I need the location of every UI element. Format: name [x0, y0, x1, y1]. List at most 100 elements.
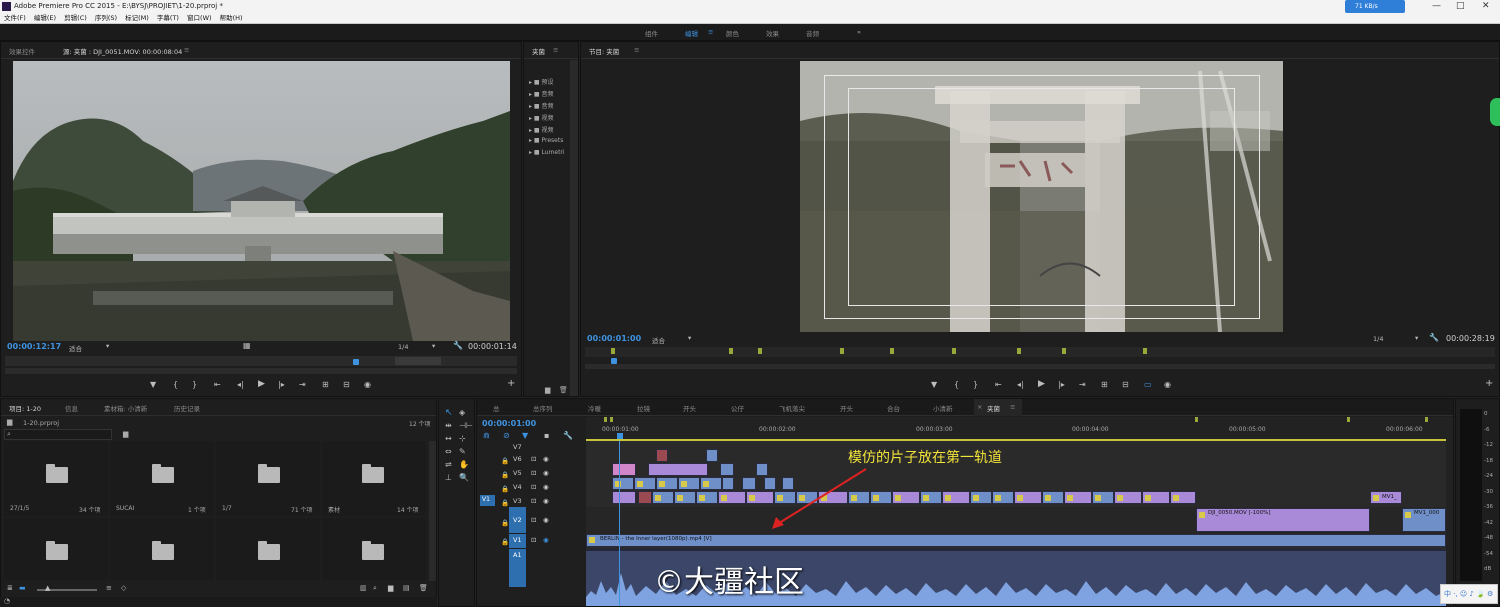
bin-tile[interactable]	[322, 518, 426, 580]
export-frame-icon[interactable]: ◉	[1164, 380, 1171, 389]
sync-lock-icon[interactable]: ⊡	[531, 516, 536, 524]
menu-help[interactable]: 帮助(H)	[220, 14, 243, 22]
settings-wrench-icon[interactable]: 🔧	[563, 431, 573, 440]
clip[interactable]	[612, 477, 634, 490]
tab-bin-small-fresh[interactable]: 素材箱: 小清新	[104, 403, 147, 413]
clip[interactable]	[920, 491, 942, 504]
wrench-icon[interactable]: 🔧	[1429, 333, 1439, 342]
workspace-effects[interactable]: 效果	[766, 28, 779, 38]
clip[interactable]	[612, 491, 636, 504]
pen-tool-icon[interactable]: ✎	[459, 447, 466, 456]
tab-sequence-opening[interactable]: 开头	[683, 403, 696, 413]
timeline-timecode[interactable]: 00:00:01:00	[482, 419, 536, 428]
play-icon[interactable]: ▶	[258, 379, 265, 389]
clip[interactable]: MV1_000	[1402, 508, 1446, 532]
timeline-scrollbar[interactable]	[1446, 441, 1453, 606]
clip[interactable]	[720, 463, 734, 476]
marker-menu-icon[interactable]: ▪	[544, 431, 549, 440]
program-playhead-timecode[interactable]: 00:00:01:00	[587, 334, 641, 343]
lock-icon[interactable]: 🔒	[501, 457, 509, 465]
close-button[interactable]: ✕	[1482, 0, 1490, 12]
source-video-frame[interactable]	[13, 61, 510, 341]
go-to-in-icon[interactable]: ⇤	[995, 380, 1002, 389]
timeline-playhead-line[interactable]	[619, 441, 620, 606]
marker[interactable]	[729, 348, 733, 354]
bin-scrollbar[interactable]	[570, 60, 578, 396]
program-fit-dropdown[interactable]: 适合	[652, 335, 665, 345]
clip[interactable]	[892, 491, 920, 504]
tab-sequence-doll[interactable]: 公仔	[731, 403, 744, 413]
step-back-icon[interactable]: ◂|	[1017, 380, 1024, 389]
clip[interactable]	[970, 491, 992, 504]
tab-sequence-warm[interactable]: 冷暖	[588, 403, 601, 413]
mark-out-icon[interactable]: }	[973, 380, 978, 389]
clip[interactable]	[648, 463, 708, 476]
tab-history[interactable]: 历史记录	[174, 403, 200, 413]
slide-tool-icon[interactable]: ⇌	[445, 460, 452, 469]
razor-tool-icon[interactable]: ⊹	[459, 434, 466, 443]
sort-chevron-icon[interactable]: ◇	[121, 584, 126, 592]
wrench-icon[interactable]: 🔧	[453, 341, 463, 350]
source-zoom-bar[interactable]	[5, 368, 517, 374]
search-input[interactable]: ⌕	[4, 429, 112, 440]
list-item[interactable]: ▸ ■ Presets	[529, 137, 569, 144]
list-item[interactable]: ▸ ■ 视频	[529, 125, 554, 134]
project-scrollbar[interactable]	[429, 441, 436, 581]
list-item[interactable]: ▸ ■ Lumetri	[529, 149, 569, 156]
side-widget-icon[interactable]	[1490, 98, 1500, 126]
clip[interactable]	[1170, 491, 1196, 504]
tab-source[interactable]: 源: 夹菌 : DJI_0051.MOV: 00:00:08:04	[63, 46, 182, 56]
marker[interactable]	[610, 417, 613, 422]
eye-icon[interactable]: ◉	[543, 483, 549, 491]
source-fit-dropdown[interactable]: 适合	[69, 343, 82, 353]
slider-handle-icon[interactable]: ▲	[45, 584, 50, 592]
marker[interactable]	[840, 348, 844, 354]
program-timeline-ruler[interactable]	[585, 347, 1495, 357]
clip[interactable]	[696, 491, 718, 504]
workspace-color[interactable]: 颜色	[726, 28, 739, 38]
tab-sequence-zoom[interactable]: 拉镜	[637, 403, 650, 413]
tab-info[interactable]: 信息	[65, 403, 78, 413]
rate-stretch-tool-icon[interactable]: ↔	[445, 434, 452, 443]
lock-icon[interactable]: 🔒	[501, 538, 509, 546]
hand-tool-icon[interactable]: ✋	[459, 460, 469, 469]
slip-tool-icon[interactable]: ⇔	[445, 447, 452, 456]
step-forward-icon[interactable]: |▸	[278, 380, 285, 389]
eye-icon[interactable]: ◉	[543, 455, 549, 463]
list-item[interactable]: ▸ ■ 预设	[529, 77, 554, 86]
folder-icon[interactable]: ▆	[545, 386, 550, 394]
clip[interactable]	[634, 477, 656, 490]
sync-lock-icon[interactable]: ⊡	[531, 497, 536, 505]
source-playhead-timecode[interactable]: 00:00:12:17	[7, 342, 61, 351]
source-playhead[interactable]	[353, 359, 359, 365]
source-resolution-dropdown[interactable]: 1/4	[398, 343, 408, 351]
clip[interactable]	[742, 477, 756, 490]
clip[interactable]	[1042, 491, 1064, 504]
mark-out-icon[interactable]: }	[192, 380, 197, 389]
clip[interactable]	[656, 477, 678, 490]
timeline-playhead-handle[interactable]	[617, 433, 623, 439]
icon-view-icon[interactable]: ▬	[19, 584, 26, 592]
mark-in-icon[interactable]: {	[173, 380, 178, 389]
clip[interactable]	[718, 491, 746, 504]
text-tool-icon[interactable]: ⊥	[445, 473, 452, 482]
clip[interactable]	[612, 463, 636, 476]
lock-icon[interactable]: 🔒	[501, 519, 509, 527]
add-button-icon[interactable]: +	[1485, 378, 1493, 389]
eye-icon[interactable]: ◉	[543, 516, 549, 524]
marker[interactable]	[1143, 348, 1147, 354]
bin-tile[interactable]	[110, 518, 214, 580]
timeline-ruler[interactable]: 00:00:01:00 00:00:02:00 00:00:03:00 00:0…	[586, 417, 1453, 441]
list-view-icon[interactable]: ≣	[7, 584, 13, 592]
bin-tile[interactable]	[4, 518, 108, 580]
marker[interactable]	[1425, 417, 1428, 422]
rolling-edit-tool-icon[interactable]: ⊣⊢	[459, 421, 473, 430]
menu-title[interactable]: 字幕(T)	[157, 14, 179, 22]
sync-lock-icon[interactable]: ⊡	[531, 455, 536, 463]
workspace-editing[interactable]: 编辑	[685, 28, 698, 38]
clip[interactable]	[1014, 491, 1042, 504]
tab-project[interactable]: 项目: 1-20	[9, 403, 41, 413]
bin-tile[interactable]	[216, 518, 320, 580]
panel-menu-icon[interactable]: ≡	[184, 46, 189, 54]
marker[interactable]	[952, 348, 956, 354]
